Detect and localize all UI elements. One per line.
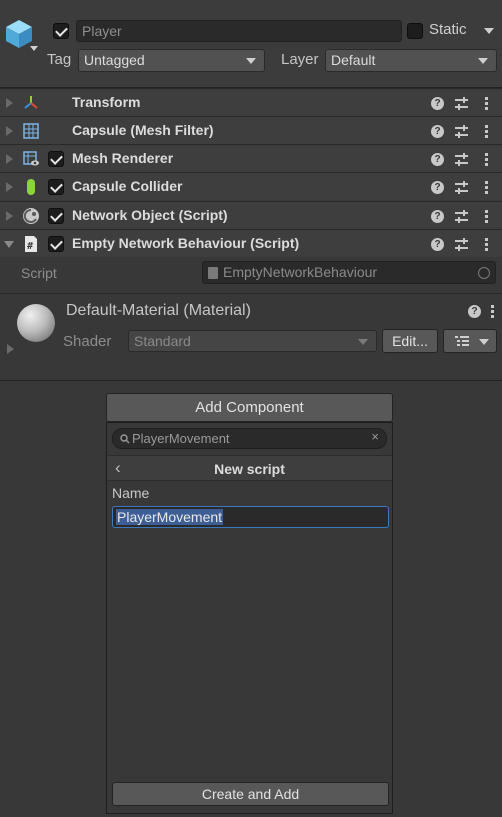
more-options-icon[interactable] (485, 181, 488, 196)
help-icon[interactable]: ? (431, 97, 444, 110)
component-row[interactable]: # Empty Network Behaviour (Script)? (0, 229, 502, 257)
foldout-collapsed-icon[interactable] (6, 154, 13, 164)
help-icon[interactable]: ? (431, 181, 444, 194)
more-options-icon[interactable] (485, 153, 488, 168)
icon-dropdown-arrow-icon[interactable] (30, 46, 38, 51)
script-icon: # (22, 235, 40, 253)
component-row[interactable]: Network Object (Script)? (0, 201, 502, 229)
shader-options-button[interactable] (443, 329, 497, 353)
list-icon (455, 336, 469, 346)
chevron-down-icon (246, 58, 256, 64)
preset-icon[interactable] (455, 153, 468, 166)
help-icon[interactable]: ? (431, 210, 444, 223)
preset-icon[interactable] (455, 238, 468, 251)
material-foldout-icon[interactable] (7, 344, 14, 354)
search-field[interactable]: PlayerMovement × (112, 428, 387, 449)
object-name-field[interactable]: Player (76, 20, 402, 42)
shader-value: Standard (134, 333, 191, 349)
active-checkbox[interactable] (53, 23, 69, 39)
network-object-icon (22, 207, 40, 225)
material-section: Default-Material (Material) ? Shader Sta… (0, 293, 502, 359)
inspector-header: Player Static Tag Untagged Layer Default (0, 0, 502, 88)
preset-icon[interactable] (455, 210, 468, 223)
static-checkbox[interactable] (407, 23, 423, 39)
preset-icon[interactable] (455, 97, 468, 110)
more-options-icon[interactable] (491, 305, 494, 320)
more-options-icon[interactable] (485, 238, 488, 253)
search-icon (120, 434, 130, 444)
name-label: Name (112, 485, 150, 501)
section-divider (0, 380, 502, 381)
foldout-collapsed-icon[interactable] (6, 182, 13, 192)
add-component-button[interactable]: Add Component (106, 393, 393, 422)
component-name: Capsule (Mesh Filter) (72, 122, 214, 138)
script-file-icon (208, 267, 218, 279)
component-enabled-checkbox[interactable] (48, 236, 64, 252)
help-icon[interactable]: ? (468, 305, 481, 318)
component-row[interactable]: Capsule (Mesh Filter)? (0, 116, 502, 144)
more-options-icon[interactable] (485, 97, 488, 112)
help-icon[interactable]: ? (431, 238, 444, 251)
component-enabled-checkbox[interactable] (48, 208, 64, 224)
tag-dropdown[interactable]: Untagged (78, 49, 265, 72)
svg-text:#: # (27, 241, 33, 252)
layer-dropdown[interactable]: Default (325, 49, 497, 72)
foldout-collapsed-icon[interactable] (6, 211, 13, 221)
nav-title: New script (214, 461, 285, 477)
foldout-expanded-icon[interactable] (4, 241, 14, 248)
component-enabled-checkbox[interactable] (48, 151, 64, 167)
capsule-collider-icon (22, 178, 40, 196)
shader-dropdown[interactable]: Standard (128, 330, 377, 352)
search-value: PlayerMovement (132, 431, 230, 446)
script-name-value: PlayerMovement (116, 509, 224, 525)
layer-label: Layer (281, 51, 319, 68)
add-component-popup: PlayerMovement × ‹ New script Name Playe… (106, 422, 393, 814)
static-dropdown-icon[interactable] (484, 28, 494, 34)
more-options-icon[interactable] (485, 210, 488, 225)
tag-label: Tag (47, 51, 72, 68)
mesh-renderer-icon (22, 150, 40, 168)
component-name: Capsule Collider (72, 178, 183, 194)
clear-search-icon[interactable]: × (371, 429, 379, 444)
component-enabled-checkbox[interactable] (48, 179, 64, 195)
help-icon[interactable]: ? (431, 125, 444, 138)
preset-icon[interactable] (455, 181, 468, 194)
component-name: Network Object (Script) (72, 207, 228, 223)
component-row[interactable]: Mesh Renderer? (0, 144, 502, 172)
foldout-collapsed-icon[interactable] (6, 98, 13, 108)
script-name-input[interactable]: PlayerMovement (112, 506, 389, 528)
component-name: Transform (72, 94, 141, 110)
chevron-down-icon (358, 339, 368, 345)
nav-header: ‹ New script (107, 455, 392, 481)
material-title: Default-Material (Material) (66, 302, 251, 319)
script-value: EmptyNetworkBehaviour (223, 264, 378, 280)
component-name: Mesh Renderer (72, 150, 174, 166)
help-icon[interactable]: ? (431, 153, 444, 166)
object-picker-icon[interactable] (478, 267, 490, 279)
preset-icon[interactable] (455, 125, 468, 138)
material-preview-sphere[interactable] (17, 304, 55, 342)
chevron-down-icon (479, 339, 489, 345)
component-row[interactable]: Capsule Collider? (0, 172, 502, 200)
transform-icon (22, 94, 40, 112)
tag-value: Untagged (84, 52, 145, 68)
foldout-collapsed-icon[interactable] (6, 126, 13, 136)
shader-label: Shader (63, 333, 112, 350)
script-object-field[interactable]: EmptyNetworkBehaviour (202, 261, 496, 284)
script-label: Script (21, 265, 57, 281)
mesh-filter-icon (22, 122, 40, 140)
component-name: Empty Network Behaviour (Script) (72, 235, 300, 251)
static-label: Static (429, 21, 467, 38)
edit-shader-button[interactable]: Edit... (382, 329, 438, 353)
more-options-icon[interactable] (485, 125, 488, 140)
component-row[interactable]: Transform? (0, 88, 502, 116)
create-and-add-button[interactable]: Create and Add (112, 782, 389, 806)
layer-value: Default (331, 52, 376, 68)
script-row: Script EmptyNetworkBehaviour (0, 258, 502, 288)
chevron-down-icon (478, 58, 488, 64)
